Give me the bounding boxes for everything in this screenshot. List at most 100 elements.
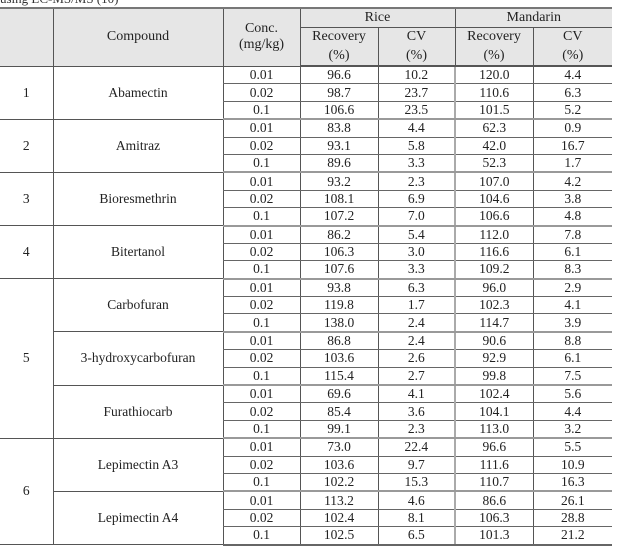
concentration-cell: 0.02 — [222, 83, 300, 102]
table-header: Compound Conc. (mg/kg) Rice Mandarin Rec… — [0, 7, 612, 67]
mandarin-recovery-cell: 114.7 — [454, 313, 533, 333]
rice-cv-cell: 3.6 — [377, 402, 455, 421]
mandarin-recovery-cell: 106.6 — [454, 207, 533, 227]
rice-recovery-cell: 69.6 — [299, 385, 378, 404]
mandarin-cv-cell: 4.8 — [532, 207, 612, 227]
rice-cv-cell: 7.0 — [377, 207, 455, 227]
mandarin-cv-cell: 4.4 — [532, 402, 612, 421]
header-rice-cv-unit: (%) — [377, 46, 455, 67]
mandarin-cv-cell: 3.9 — [532, 313, 612, 333]
concentration-cell: 0.01 — [222, 172, 300, 191]
group-number: 1 — [0, 66, 53, 120]
mandarin-recovery-cell: 112.0 — [454, 225, 533, 244]
rice-cv-cell: 2.6 — [377, 349, 455, 368]
table-row: 4 Bitertanol 0.01 86.2 5.4 112.0 7.8 — [0, 225, 612, 280]
mandarin-recovery-cell: 42.0 — [454, 137, 533, 155]
table-row: 6 Lepimectin A3 0.01 73.0 22.4 96.6 5.5 — [0, 438, 612, 546]
mandarin-cv-cell: 26.1 — [532, 491, 612, 510]
rice-cv-cell: 23.7 — [377, 83, 455, 102]
mandarin-recovery-cell: 120.0 — [454, 66, 533, 85]
rice-cv-cell: 4.1 — [377, 385, 455, 404]
rice-cv-cell: 4.6 — [377, 491, 455, 510]
mandarin-recovery-cell: 110.6 — [454, 83, 533, 102]
rice-recovery-cell: 107.6 — [299, 260, 378, 280]
mandarin-cv-cell: 28.8 — [532, 509, 612, 528]
rice-cv-cell: 9.7 — [377, 456, 455, 474]
mandarin-cv-cell: 6.1 — [532, 243, 612, 262]
table-row: 2 Amitraz 0.01 83.8 4.4 62.3 0.9 — [0, 119, 612, 173]
compound-name: 3-hydroxycarbofuran — [52, 331, 223, 386]
mandarin-recovery-cell: 92.9 — [454, 349, 533, 368]
header-mandarin-cv-unit: (%) — [532, 46, 612, 67]
concentration-cell: 0.02 — [222, 190, 300, 209]
concentration-cell: 0.02 — [222, 243, 300, 262]
concentration-cell: 0.1 — [222, 260, 300, 280]
concentration-cell: 0.1 — [222, 367, 300, 387]
concentration-cell: 0.02 — [222, 402, 300, 421]
mandarin-recovery-cell: 96.0 — [454, 278, 533, 298]
concentration-cell: 0.01 — [222, 491, 300, 510]
header-conc-unit: (mg/kg) — [238, 37, 285, 53]
mandarin-recovery-cell: 109.2 — [454, 260, 533, 280]
mandarin-cv-cell: 5.6 — [532, 385, 612, 404]
rice-recovery-cell: 102.5 — [299, 526, 378, 546]
concentration-cell: 0.1 — [222, 313, 300, 333]
header-rice-recovery: Recovery — [299, 27, 378, 46]
mandarin-recovery-cell: 106.3 — [454, 509, 533, 528]
compound-name: Abamectin — [52, 66, 223, 120]
rice-recovery-cell: 102.4 — [299, 509, 378, 528]
rice-cv-cell: 10.2 — [377, 66, 455, 85]
rice-recovery-cell: 119.8 — [299, 296, 378, 315]
concentration-cell: 0.02 — [222, 137, 300, 155]
table-row: Lepimectin A4 0.01 113.2 4.6 86.6 26.1 — [0, 491, 612, 546]
concentration-cell: 0.02 — [222, 456, 300, 474]
rice-cv-cell: 5.8 — [377, 137, 455, 155]
concentration-cell: 0.01 — [222, 278, 300, 298]
mandarin-cv-cell: 6.3 — [532, 83, 612, 102]
header-number — [0, 7, 53, 67]
rice-recovery-cell: 103.6 — [299, 349, 378, 368]
rice-recovery-cell: 106.6 — [299, 101, 378, 121]
compound-name: Furathiocarb — [52, 385, 223, 439]
header-conc-label: Conc. — [244, 21, 279, 37]
mandarin-cv-cell: 8.8 — [532, 331, 612, 351]
table-body: 1 Abamectin 0.01 96.6 10.2 120.0 4.4 0.02 98.7 23… — [0, 66, 612, 546]
mandarin-cv-cell: 10.9 — [532, 456, 612, 474]
mandarin-recovery-cell: 104.6 — [454, 190, 533, 209]
header-rice-cv: CV — [377, 27, 455, 46]
mandarin-cv-cell: 3.8 — [532, 190, 612, 209]
mandarin-recovery-cell: 102.4 — [454, 385, 533, 404]
mandarin-recovery-cell: 101.3 — [454, 526, 533, 546]
group-number: 4 — [0, 225, 53, 280]
rice-recovery-cell: 85.4 — [299, 402, 378, 421]
rice-cv-cell: 3.3 — [377, 260, 455, 280]
mandarin-recovery-cell: 116.6 — [454, 243, 533, 262]
mandarin-recovery-cell: 52.3 — [454, 154, 533, 174]
rice-cv-cell: 2.3 — [377, 172, 455, 191]
header-mandarin-recovery: Recovery — [454, 27, 533, 46]
mandarin-cv-cell: 6.1 — [532, 349, 612, 368]
rice-recovery-cell: 73.0 — [299, 438, 378, 457]
mandarin-cv-cell: 5.5 — [532, 438, 612, 457]
rice-recovery-cell: 89.6 — [299, 154, 378, 174]
rice-cv-cell: 6.9 — [377, 190, 455, 209]
rice-cv-cell: 8.1 — [377, 509, 455, 528]
mandarin-cv-cell: 8.3 — [532, 260, 612, 280]
compound-name: Carbofuran — [52, 278, 223, 333]
concentration-cell: 0.1 — [222, 526, 300, 546]
concentration-cell: 0.01 — [222, 331, 300, 351]
concentration-cell: 0.02 — [222, 349, 300, 368]
mandarin-recovery-cell: 110.7 — [454, 473, 533, 493]
header-mandarin-cv: CV — [532, 27, 612, 46]
table-caption: using LC-MS/MS (10) — [0, 0, 118, 7]
concentration-cell: 0.01 — [222, 225, 300, 244]
table-row: 3 Bioresmethrin 0.01 93.2 2.3 107.0 4.2 — [0, 172, 612, 227]
rice-recovery-cell: 103.6 — [299, 456, 378, 474]
rice-recovery-cell: 99.1 — [299, 420, 378, 440]
table-row: Furathiocarb 0.01 69.6 4.1 102.4 5.6 — [0, 385, 612, 439]
group-number: 6 — [0, 438, 53, 546]
rice-recovery-cell: 106.3 — [299, 243, 378, 262]
rice-recovery-cell: 102.2 — [299, 473, 378, 493]
rice-cv-cell: 5.4 — [377, 225, 455, 244]
mandarin-recovery-cell: 104.1 — [454, 402, 533, 421]
